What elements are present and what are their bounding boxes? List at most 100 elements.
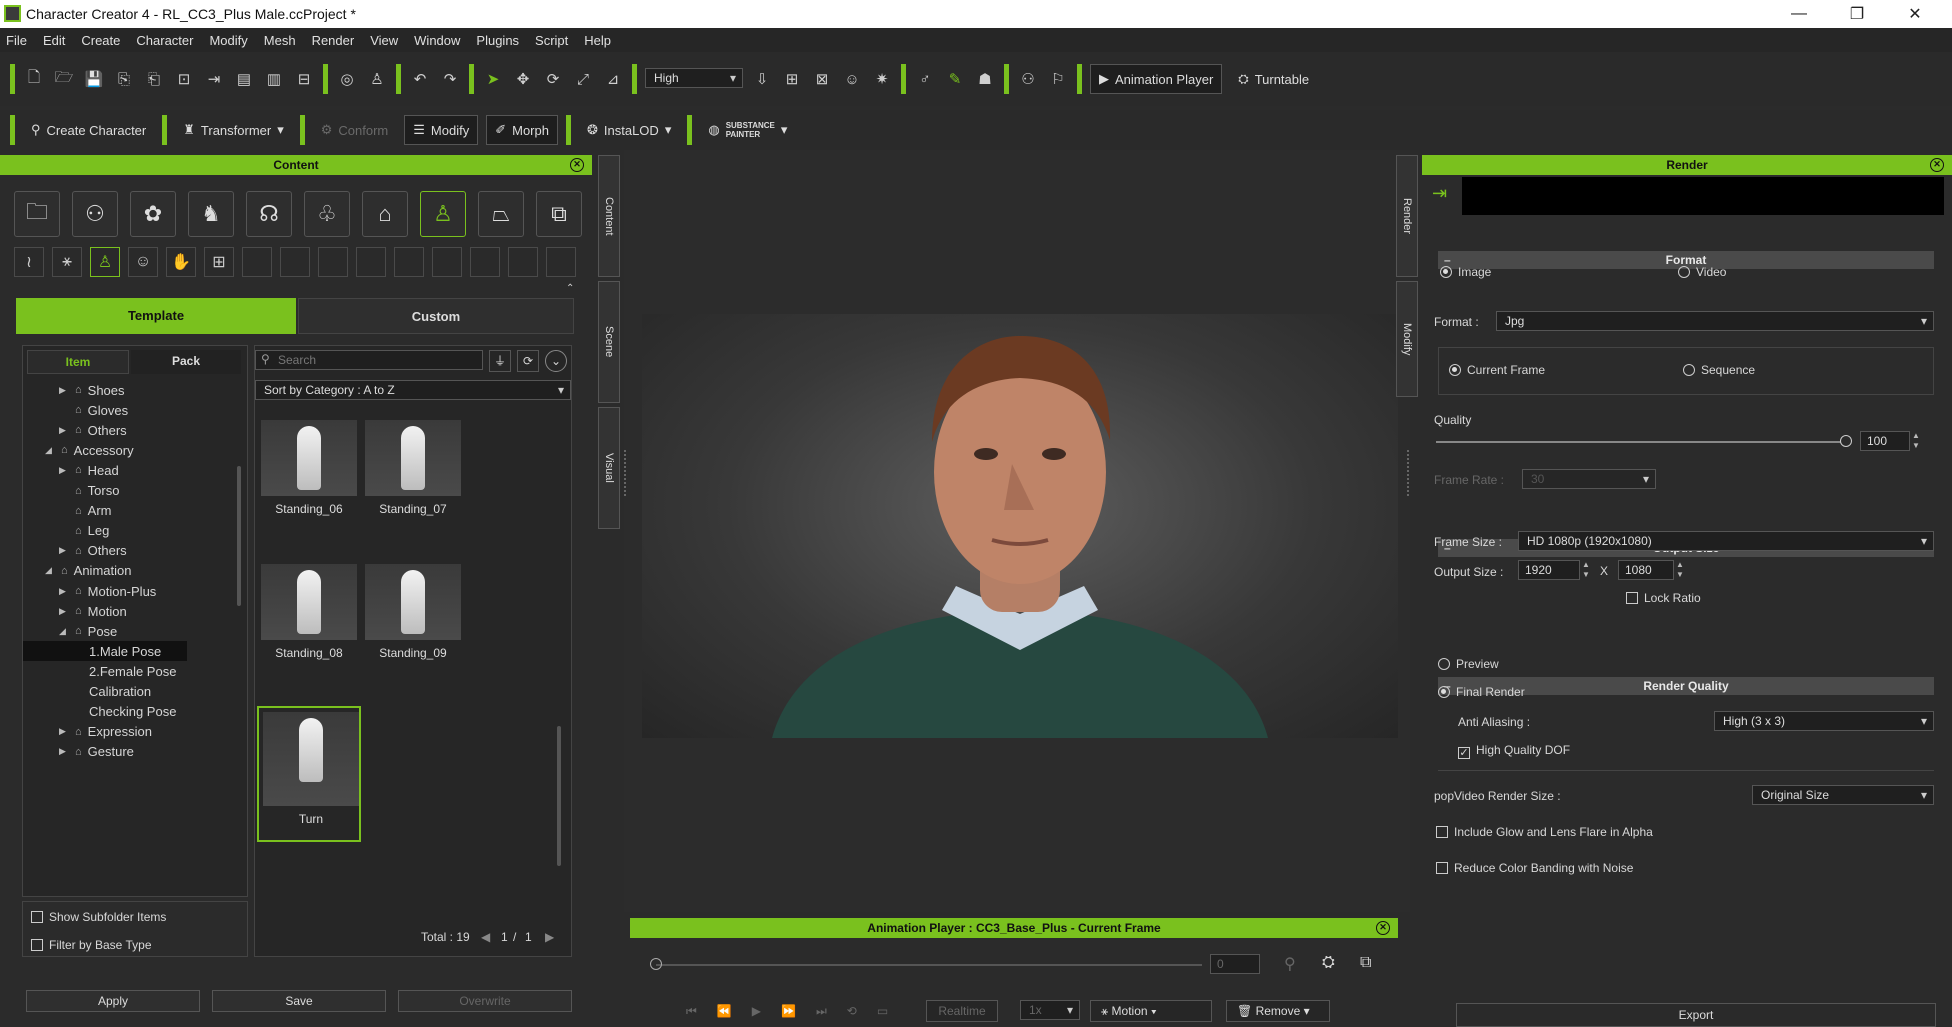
expand-arrow-icon[interactable]: ▶	[59, 545, 69, 556]
quality-slider-track[interactable]	[1436, 441, 1846, 443]
show-subfolder-checkbox[interactable]: Show Subfolder Items	[31, 910, 166, 924]
expand-arrow-icon[interactable]: ▶	[59, 746, 69, 757]
tree-item[interactable]: ◢ ⌂ Pose	[23, 621, 187, 641]
render-preview[interactable]	[642, 314, 1398, 738]
new-file-icon[interactable]: 🗋	[23, 68, 45, 90]
side-tab-content[interactable]: Content	[598, 155, 620, 277]
checkbox-box[interactable]	[1436, 826, 1448, 838]
refresh-icon[interactable]: ⟳	[517, 350, 539, 372]
width-input[interactable]: 1920	[1518, 560, 1580, 580]
close-icon[interactable]: ✕	[1886, 0, 1944, 28]
tree-item[interactable]: ⌂ Arm	[23, 501, 187, 521]
tree-item[interactable]: ⌂ Torso	[23, 481, 187, 501]
tree-item[interactable]: ⌂ Gloves	[23, 400, 187, 420]
expand-arrow-icon[interactable]: ▶	[59, 385, 69, 396]
window-icon[interactable]: ⧉	[1360, 954, 1371, 972]
subtab-pack[interactable]: Pack	[131, 350, 241, 374]
filter-base-checkbox[interactable]: Filter by Base Type	[31, 938, 152, 952]
tree-item[interactable]: ▶ ⌂ Motion	[23, 601, 187, 621]
checkbox-box[interactable]	[1436, 862, 1448, 874]
fit-icon[interactable]: ⇩	[751, 68, 773, 90]
material-category-icon[interactable]: ✿	[130, 191, 176, 237]
character-icon[interactable]: ♙	[366, 68, 388, 90]
expand-arrow-icon[interactable]: ▶	[59, 606, 69, 617]
height-spinner-icon[interactable]: ▲ ▼	[1676, 560, 1684, 580]
tree-item[interactable]: ▶ ⌂ Motion-Plus	[23, 581, 187, 601]
timeline-handle[interactable]	[650, 958, 662, 970]
save-button[interactable]: Save	[212, 990, 386, 1012]
side-tab-modify[interactable]: Modify	[1396, 281, 1418, 397]
side-tab-scene[interactable]: Scene	[598, 281, 620, 403]
format-select[interactable]: Jpg	[1496, 311, 1934, 331]
grid-scrollbar[interactable]	[557, 726, 561, 866]
options-icon[interactable]: ⌄	[545, 350, 567, 372]
menu-item-character[interactable]: Character	[136, 33, 193, 48]
quality-slider-handle[interactable]	[1840, 435, 1852, 447]
light-icon[interactable]: ✷	[871, 68, 893, 90]
move-icon[interactable]: ✥	[512, 68, 534, 90]
anti-aliasing-select[interactable]: High (3 x 3)	[1714, 711, 1934, 731]
record-icon[interactable]: ▭	[877, 1004, 888, 1019]
sequence-radio[interactable]: Sequence	[1683, 363, 1755, 377]
step-back-icon[interactable]: ⏪	[717, 1004, 732, 1019]
filter-icon[interactable]: ⏚	[489, 350, 511, 372]
expand-arrow-icon[interactable]: ◢	[59, 626, 69, 637]
frame-icon[interactable]: ⊞	[781, 68, 803, 90]
height-input[interactable]: 1080	[1618, 560, 1674, 580]
skip-end-icon[interactable]: ⏭	[816, 1004, 827, 1019]
close-icon[interactable]: ✕	[570, 158, 584, 172]
turntable-button[interactable]: ⛭ Turntable	[1230, 64, 1317, 94]
tree-item[interactable]: ▶ ⌂ Head	[23, 460, 187, 480]
prop-category-icon[interactable]: ⧉	[536, 191, 582, 237]
skip-start-icon[interactable]: ⏮	[686, 1004, 697, 1019]
frame-size-select[interactable]: HD 1080p (1920x1080)	[1518, 531, 1934, 551]
prev-page-icon[interactable]: ◀	[481, 930, 490, 944]
hair-icon[interactable]: ≀	[14, 247, 44, 277]
viewport-splitter-left[interactable]	[624, 450, 627, 496]
import-icon[interactable]: ⎘	[113, 68, 135, 90]
image-radio[interactable]: Image	[1440, 265, 1491, 279]
select-icon[interactable]: ➤	[482, 68, 504, 90]
hand-icon[interactable]: ✋	[166, 247, 196, 277]
radio-button[interactable]	[1449, 364, 1461, 376]
tree-item[interactable]: ◢ ⌂ Animation	[23, 561, 187, 581]
tree-scrollbar[interactable]	[237, 466, 241, 606]
radio-button[interactable]	[1683, 364, 1695, 376]
scene-category-icon[interactable]: ⏢	[478, 191, 524, 237]
sphere-icon[interactable]: ◎	[336, 68, 358, 90]
thumbnail-item[interactable]: Standing_09	[361, 560, 465, 680]
realtime-button[interactable]: Realtime	[926, 1000, 998, 1022]
flag-icon[interactable]: ⚐	[1047, 68, 1069, 90]
run-icon[interactable]: ⚹	[52, 247, 82, 277]
scale-icon[interactable]: ⤢	[572, 68, 594, 90]
menu-item-plugins[interactable]: Plugins	[476, 33, 519, 48]
tree-item[interactable]: ▶ ⌂ Expression	[23, 722, 187, 742]
shelf-icon[interactable]: ⛭	[1322, 954, 1335, 972]
tab-template[interactable]: Template	[16, 298, 296, 334]
group-icon[interactable]: ☗	[974, 68, 996, 90]
radio-button[interactable]	[1678, 266, 1690, 278]
tree-item[interactable]: ◢ ⌂ Accessory	[23, 440, 187, 460]
face-icon[interactable]: ☺	[841, 68, 863, 90]
collapse-icon[interactable]: ⌃	[566, 283, 574, 294]
final-render-radio[interactable]: Final Render	[1438, 685, 1525, 699]
tree-item[interactable]: 1.Male Pose	[23, 641, 187, 662]
clothes-category-icon[interactable]: ♞	[188, 191, 234, 237]
next-page-icon[interactable]: ▶	[545, 930, 554, 944]
tree-item[interactable]: 2.Female Pose	[23, 661, 187, 681]
high-quality-dof-checkbox[interactable]: ✓ High Quality DOF	[1458, 743, 1570, 759]
folder-category-icon[interactable]: 🗀	[14, 191, 60, 237]
gender-icon[interactable]: ♂	[914, 68, 936, 90]
maximize-icon[interactable]: ❐	[1828, 0, 1886, 28]
motion-button[interactable]: ⚹ Motion ▾	[1090, 1000, 1212, 1022]
apply-button[interactable]: Apply	[26, 990, 200, 1012]
conform-button[interactable]: ⚙ Conform	[313, 115, 397, 145]
include-glow-checkbox[interactable]: Include Glow and Lens Flare in Alpha	[1436, 825, 1653, 839]
checkbox-box[interactable]: ✓	[1458, 747, 1470, 759]
step-forward-icon[interactable]: ⏩	[781, 1004, 796, 1019]
export-icon[interactable]: ⇥	[203, 68, 225, 90]
transformer-button[interactable]: ♜ Transformer ▾	[175, 115, 292, 145]
tree-item[interactable]: Checking Pose	[23, 702, 187, 722]
menu-item-script[interactable]: Script	[535, 33, 568, 48]
timeline-track[interactable]	[656, 964, 1202, 966]
